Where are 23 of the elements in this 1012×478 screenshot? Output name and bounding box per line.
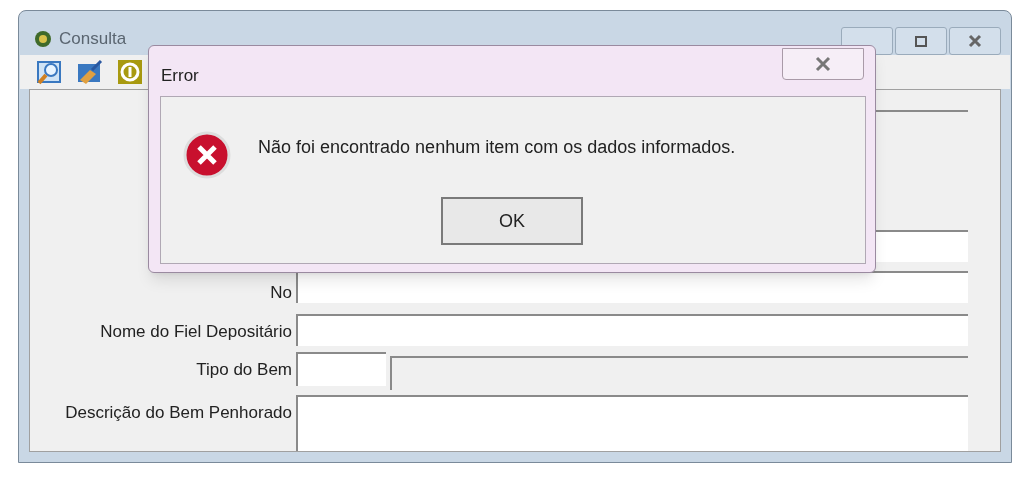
clear-button[interactable] <box>76 57 104 86</box>
brush-icon <box>76 57 104 86</box>
input-field[interactable] <box>296 352 386 386</box>
field-label: No <box>270 282 292 302</box>
exit-button[interactable] <box>116 57 144 86</box>
window-title: Consulta <box>59 29 127 49</box>
maximize-icon <box>912 33 930 49</box>
close-icon <box>814 56 832 72</box>
exit-icon <box>116 57 144 86</box>
close-button[interactable] <box>782 48 864 80</box>
text-area[interactable] <box>296 395 968 451</box>
dialog-title: Error <box>161 65 199 87</box>
maximize-button[interactable] <box>895 27 947 55</box>
input-field[interactable] <box>296 314 968 346</box>
error-message: Não foi encontrado nenhum item com os dados informados. <box>258 136 736 159</box>
close-icon <box>966 33 984 49</box>
close-button[interactable] <box>949 27 1001 55</box>
ok-button[interactable]: OK <box>441 197 583 245</box>
field-label: Nome do Fiel Depositário <box>100 322 292 341</box>
field-label: Descrição do Bem Penhorado <box>65 403 292 422</box>
field-label: Tipo do Bem <box>196 360 292 379</box>
emblem-icon <box>33 29 53 49</box>
error-icon <box>183 131 231 179</box>
